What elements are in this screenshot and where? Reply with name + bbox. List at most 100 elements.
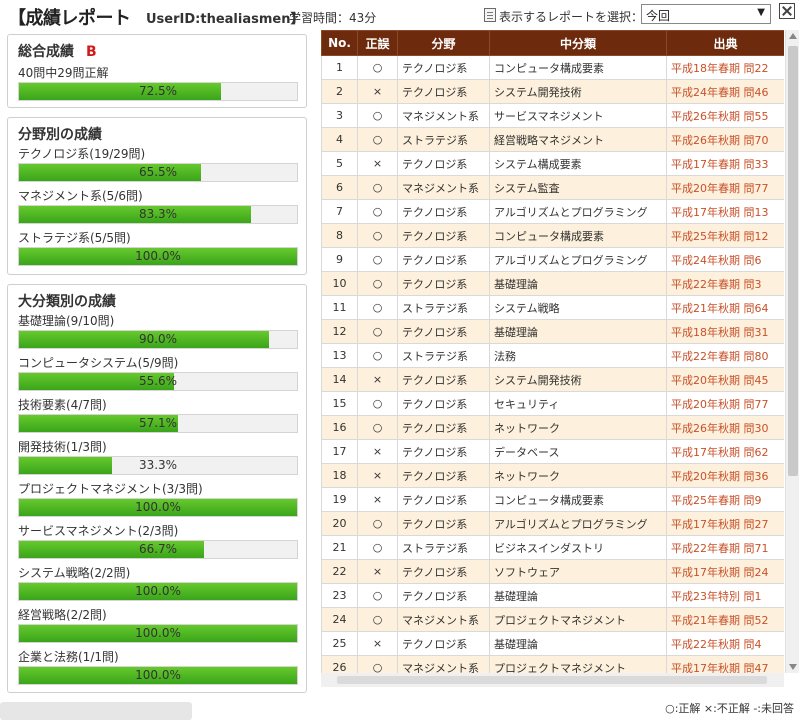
table-row[interactable]: 9 ○ テクノロジ系 アルゴリズムとプログラミング 平成24年秋期 問6: [321, 247, 784, 272]
cell-result: ○: [357, 199, 398, 224]
category-label: システム戦略(2/2問): [18, 566, 131, 580]
header-result[interactable]: 正誤: [357, 30, 398, 56]
header-subcategory[interactable]: 中分類: [489, 30, 667, 56]
cell-no: 18: [321, 463, 358, 488]
cell-subcategory: コンピュータ構成要素: [489, 55, 667, 80]
results-table-container[interactable]: No. 正誤 分野 中分類 出典 1 ○ テクノロジ系 コンピュータ構成要素 平成18年…: [321, 30, 784, 673]
table-row[interactable]: 14 × テクノロジ系 システム開発技術 平成20年秋期 問45: [321, 367, 784, 392]
table-row[interactable]: 1 ○ テクノロジ系 コンピュータ構成要素 平成18年春期 問22: [321, 55, 784, 80]
cell-result: ○: [357, 55, 398, 80]
scroll-thumb[interactable]: [788, 46, 798, 476]
cell-subcategory: 基礎理論: [489, 583, 667, 608]
vertical-scrollbar[interactable]: [785, 30, 799, 673]
grade-badge: B: [86, 44, 97, 60]
category-label: 技術要素(4/7問): [18, 398, 107, 412]
cell-result: ○: [357, 175, 398, 200]
progress-text: 83.3%: [138, 207, 178, 221]
table-row[interactable]: 4 ○ ストラテジ系 経営戦略マネジメント 平成26年秋期 問70: [321, 127, 784, 152]
horizontal-scrollbar[interactable]: [321, 673, 784, 687]
progress-text: 100.0%: [135, 500, 181, 514]
category-label: 基礎理論(9/10問): [18, 314, 115, 328]
cell-source: 平成25年秋期 問12: [666, 223, 784, 248]
category-progress-bar: 90.0%: [18, 330, 298, 349]
table-row[interactable]: 7 ○ テクノロジ系 アルゴリズムとプログラミング 平成17年秋期 問13: [321, 199, 784, 224]
field-label: テクノロジ系(19/29問): [18, 147, 146, 161]
cell-field: テクノロジ系: [397, 199, 490, 224]
category-panel: 大分類別の成績 基礎理論(9/10問) 90.0% コンピュータシステム(5/9問)…: [7, 284, 307, 693]
cell-field: テクノロジ系: [397, 583, 490, 608]
cell-result: ×: [357, 487, 398, 512]
category-label: 経営戦略(2/2問): [18, 608, 107, 622]
table-row[interactable]: 3 ○ マネジメント系 サービスマネジメント 平成26年秋期 問55: [321, 103, 784, 128]
cell-field: テクノロジ系: [397, 223, 490, 248]
scroll-thumb-horizontal[interactable]: [337, 676, 767, 684]
cell-no: 4: [321, 127, 358, 152]
cell-field: マネジメント系: [397, 607, 490, 632]
cell-subcategory: アルゴリズムとプログラミング: [489, 247, 667, 272]
table-row[interactable]: 25 × テクノロジ系 基礎理論 平成22年秋期 問4: [321, 631, 784, 656]
table-row[interactable]: 2 × テクノロジ系 システム開発技術 平成24年春期 問46: [321, 79, 784, 104]
cell-field: テクノロジ系: [397, 367, 490, 392]
category-progress-bar: 100.0%: [18, 498, 298, 517]
table-row[interactable]: 26 ○ マネジメント系 プロジェクトマネジメント 平成17年秋期 問47: [321, 655, 784, 673]
cell-result: ○: [357, 415, 398, 440]
category-progress-bar: 100.0%: [18, 624, 298, 643]
table-row[interactable]: 15 ○ テクノロジ系 セキュリティ 平成20年秋期 問77: [321, 391, 784, 416]
cell-result: ○: [357, 223, 398, 248]
table-row[interactable]: 24 ○ マネジメント系 プロジェクトマネジメント 平成21年春期 問52: [321, 607, 784, 632]
cell-source: 平成25年春期 問9: [666, 487, 784, 512]
progress-text: 66.7%: [138, 542, 178, 556]
cell-result: ×: [357, 439, 398, 464]
cell-field: テクノロジ系: [397, 319, 490, 344]
progress-text: 72.5%: [138, 84, 178, 98]
cell-subcategory: データベース: [489, 439, 667, 464]
progress-text: 100.0%: [135, 584, 181, 598]
table-row[interactable]: 20 ○ テクノロジ系 アルゴリズムとプログラミング 平成17年秋期 問27: [321, 511, 784, 536]
table-row[interactable]: 16 ○ テクノロジ系 ネットワーク 平成26年秋期 問30: [321, 415, 784, 440]
cell-source: 平成22年春期 問80: [666, 343, 784, 368]
scroll-up-icon[interactable]: [789, 33, 797, 39]
table-row[interactable]: 19 × テクノロジ系 コンピュータ構成要素 平成25年春期 問9: [321, 487, 784, 512]
table-row[interactable]: 5 × テクノロジ系 システム構成要素 平成17年春期 問33: [321, 151, 784, 176]
table-row[interactable]: 13 ○ ストラテジ系 法務 平成22年春期 問80: [321, 343, 784, 368]
cell-no: 25: [321, 631, 358, 656]
cell-field: テクノロジ系: [397, 415, 490, 440]
cell-no: 20: [321, 511, 358, 536]
table-row[interactable]: 21 ○ ストラテジ系 ビジネスインダストリ 平成22年春期 問71: [321, 535, 784, 560]
cell-source: 平成21年春期 問52: [666, 607, 784, 632]
header-no[interactable]: No.: [321, 30, 358, 56]
table-row[interactable]: 17 × テクノロジ系 データベース 平成17年秋期 問62: [321, 439, 784, 464]
cell-source: 平成22年春期 問3: [666, 271, 784, 296]
table-row[interactable]: 23 ○ テクノロジ系 基礎理論 平成23年特別 問1: [321, 583, 784, 608]
cell-result: ○: [357, 271, 398, 296]
progress-text: 100.0%: [135, 626, 181, 640]
cell-no: 24: [321, 607, 358, 632]
category-label: サービスマネジメント(2/3問): [18, 524, 179, 538]
table-row[interactable]: 18 × テクノロジ系 ネットワーク 平成20年秋期 問36: [321, 463, 784, 488]
table-row[interactable]: 6 ○ マネジメント系 システム監査 平成20年春期 問77: [321, 175, 784, 200]
category-label: 企業と法務(1/1問): [18, 650, 119, 664]
close-button[interactable]: [779, 3, 795, 19]
table-row[interactable]: 12 ○ テクノロジ系 基礎理論 平成18年秋期 問31: [321, 319, 784, 344]
header-source[interactable]: 出典: [666, 30, 784, 56]
cell-field: マネジメント系: [397, 175, 490, 200]
cell-subcategory: コンピュータ構成要素: [489, 487, 667, 512]
cell-result: ×: [357, 367, 398, 392]
overall-summary: 40問中29問正解: [18, 66, 109, 80]
report-icon: [484, 8, 496, 22]
cell-subcategory: 経営戦略マネジメント: [489, 127, 667, 152]
table-row[interactable]: 11 ○ ストラテジ系 システム戦略 平成21年秋期 問64: [321, 295, 784, 320]
cell-no: 2: [321, 79, 358, 104]
scroll-down-icon[interactable]: [789, 664, 797, 670]
header-field[interactable]: 分野: [397, 30, 490, 56]
table-row[interactable]: 8 ○ テクノロジ系 コンピュータ構成要素 平成25年秋期 問12: [321, 223, 784, 248]
cell-source: 平成26年秋期 問55: [666, 103, 784, 128]
cell-result: ×: [357, 631, 398, 656]
progress-text: 33.3%: [138, 458, 178, 472]
table-row[interactable]: 10 ○ テクノロジ系 基礎理論 平成22年春期 問3: [321, 271, 784, 296]
cell-source: 平成26年秋期 問30: [666, 415, 784, 440]
report-select[interactable]: 今回 ▼: [641, 4, 771, 24]
field-panel: 分野別の成績 テクノロジ系(19/29問) 65.5% マネジメント系(5/6問) 8…: [7, 117, 307, 275]
table-row[interactable]: 22 × テクノロジ系 ソフトウェア 平成17年秋期 問24: [321, 559, 784, 584]
study-time: 学習時間：43分: [289, 11, 377, 25]
